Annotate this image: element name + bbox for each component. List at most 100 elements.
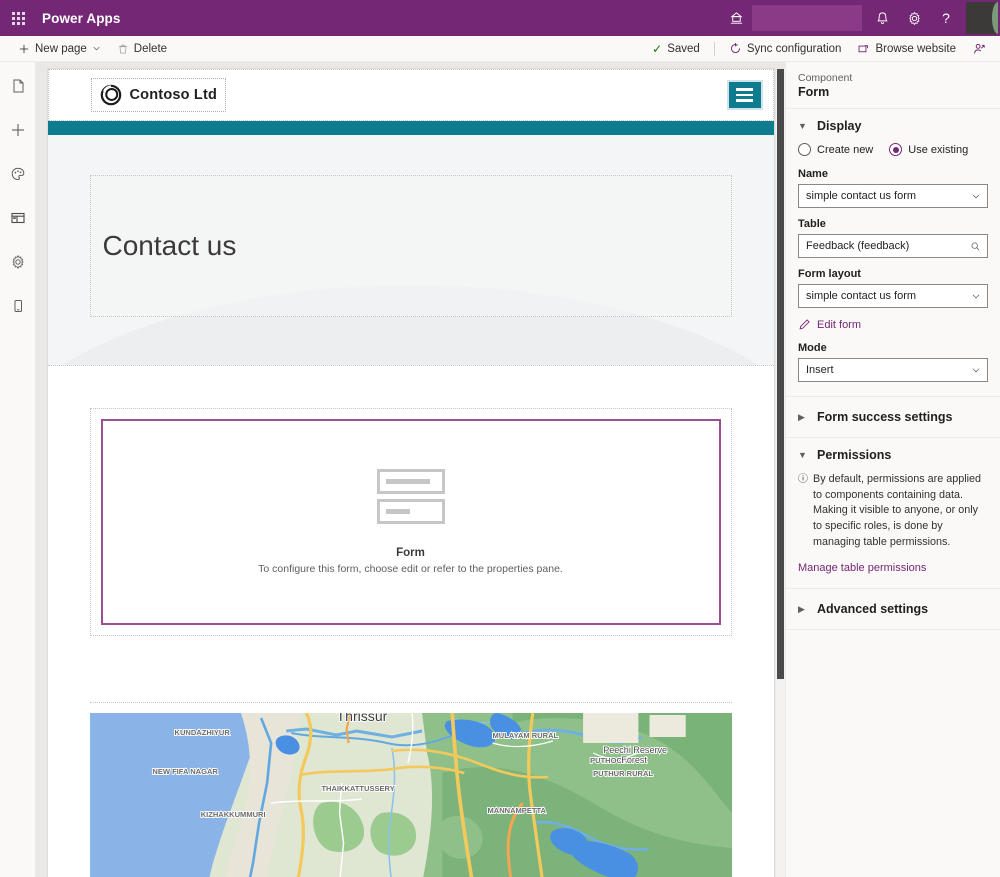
sidebar-item-theme[interactable]	[4, 160, 32, 188]
form-layout-value: simple contact us form	[806, 290, 917, 302]
app-launcher-icon[interactable]	[0, 0, 36, 36]
map-label: THAIKKATTUSSERY	[321, 784, 394, 793]
chevron-down-icon	[93, 46, 100, 51]
mode-label: Mode	[798, 342, 827, 354]
palette-icon	[11, 167, 24, 181]
user-avatar[interactable]	[966, 2, 998, 34]
hero-text-block[interactable]: Contact us	[89, 175, 732, 317]
radio-use-existing[interactable]: Use existing	[889, 143, 968, 156]
check-icon: ✓	[652, 41, 663, 56]
permissions-section: ▼ Permissions ⓘ By default, permissions …	[786, 438, 1000, 590]
environment-icon[interactable]	[720, 0, 752, 36]
new-page-label: New page	[35, 42, 87, 55]
workspace: Contoso Ltd Contact us Form To configure…	[0, 62, 1000, 877]
site-logo[interactable]: Contoso Ltd	[90, 78, 227, 112]
map-label: NEW FIFA NAGAR	[152, 767, 218, 776]
component-title: Form	[798, 85, 830, 99]
page-title: Contact us	[102, 230, 237, 261]
form-component[interactable]: Form To configure this form, choose edit…	[100, 419, 721, 625]
map-label: KIZHAKKUMMURI	[200, 810, 265, 819]
sync-icon	[730, 42, 740, 54]
search-icon	[971, 242, 980, 250]
manage-table-permissions-link[interactable]: Manage table permissions	[798, 562, 988, 574]
pencil-icon	[799, 319, 810, 330]
map-label: PUTHUR RURAL	[593, 769, 653, 778]
name-value: simple contact us form	[806, 190, 917, 202]
data-table-icon	[10, 212, 25, 224]
hamburger-icon[interactable]	[726, 80, 763, 110]
delete-label: Delete	[133, 42, 168, 55]
map-label: MULAYAM RURAL	[492, 731, 558, 740]
properties-pane: Component Form ▼ Display Create new Use …	[785, 62, 1000, 877]
permissions-heading: Permissions	[817, 448, 892, 462]
form-success-settings-section[interactable]: ▶ Form success settings	[786, 397, 1000, 438]
save-status: ✓ Saved	[644, 36, 708, 62]
form-layout-dropdown[interactable]: simple contact us form	[798, 284, 988, 308]
delete-button[interactable]: Delete	[109, 36, 175, 62]
sync-configuration-label: Sync configuration	[746, 42, 842, 55]
form-section[interactable]: Form To configure this form, choose edit…	[47, 366, 774, 676]
command-bar: New page Delete ✓ Saved Sync configurati…	[0, 36, 1000, 62]
display-heading: Display	[817, 119, 862, 133]
canvas-scrollbar-thumb[interactable]	[777, 69, 784, 679]
divider	[713, 41, 715, 56]
hero-section[interactable]: Contact us	[47, 135, 774, 365]
map-label: KUNDAZHIYUR	[174, 728, 230, 737]
table-lookup-input[interactable]: Feedback (feedback)	[798, 234, 988, 258]
site-logo-text: Contoso Ltd	[129, 87, 218, 103]
settings-icon[interactable]	[898, 0, 930, 36]
edit-form-link[interactable]: Edit form	[798, 318, 988, 331]
form-component-description: To configure this form, choose edit or r…	[258, 563, 563, 575]
sidebar-item-pages[interactable]	[4, 72, 32, 100]
mode-value: Insert	[806, 364, 834, 376]
left-rail	[0, 62, 36, 877]
display-section: ▼ Display Create new Use existing Name s…	[786, 109, 1000, 397]
sidebar-item-preview-mobile[interactable]	[4, 292, 32, 320]
info-icon: ⓘ	[798, 474, 808, 485]
browse-website-button[interactable]: Browse website	[849, 36, 964, 62]
page-canvas[interactable]: Contoso Ltd Contact us Form To configure…	[47, 69, 774, 877]
radio-dot-selected	[889, 143, 903, 156]
app-title: Power Apps	[42, 10, 121, 26]
radio-create-new[interactable]: Create new	[798, 143, 873, 156]
map-container[interactable]: Thrissur KUNDAZHIYUR MULAYAM RURAL NEW FIFA…	[89, 702, 732, 877]
name-dropdown[interactable]: simple contact us form	[798, 184, 988, 208]
share-button[interactable]	[964, 36, 994, 62]
sync-configuration-button[interactable]: Sync configuration	[721, 36, 850, 62]
sidebar-item-setup[interactable]	[4, 248, 32, 276]
map-label: MANNAMPETTA	[487, 806, 546, 815]
plus-icon	[19, 44, 29, 53]
map-section[interactable]: Thrissur KUNDAZHIYUR MULAYAM RURAL NEW FIFA…	[48, 676, 774, 877]
chevron-right-icon: ▶	[798, 603, 805, 614]
advanced-settings-section[interactable]: ▶ Advanced settings	[786, 589, 1000, 631]
table-label: Table	[798, 218, 826, 230]
mode-dropdown[interactable]: Insert	[798, 358, 988, 382]
canvas-scrollbar[interactable]	[776, 69, 785, 877]
sidebar-item-data[interactable]	[4, 204, 32, 232]
edit-form-label: Edit form	[817, 318, 862, 331]
chevron-down-icon	[972, 194, 980, 199]
new-page-button[interactable]: New page	[10, 36, 109, 62]
map-embed[interactable]: Thrissur KUNDAZHIYUR MULAYAM RURAL NEW FIFA…	[89, 713, 732, 877]
notification-icon[interactable]	[866, 0, 898, 36]
form-layout-label: Form layout	[798, 268, 861, 280]
form-section-container[interactable]: Form To configure this form, choose edit…	[89, 408, 732, 636]
chevron-down-icon	[972, 368, 980, 373]
site-header[interactable]: Contoso Ltd	[47, 69, 774, 121]
radio-dot	[798, 143, 811, 156]
table-value: Feedback (feedback)	[806, 240, 910, 252]
permissions-note-text: By default, permissions are applied to c…	[813, 473, 982, 548]
display-section-header[interactable]: ▼ Display	[798, 119, 988, 133]
gear-icon	[11, 254, 24, 270]
site-nav-band	[47, 121, 774, 135]
share-icon	[974, 43, 985, 53]
permissions-note: ⓘ By default, permissions are applied to…	[798, 472, 988, 550]
sidebar-item-add[interactable]	[4, 116, 32, 144]
browse-website-label: Browse website	[875, 42, 956, 55]
global-search-box[interactable]	[752, 5, 862, 31]
permissions-section-header[interactable]: ▼ Permissions	[798, 448, 988, 462]
trash-icon	[118, 44, 127, 53]
map-label: Forest	[621, 755, 647, 765]
saved-label: Saved	[667, 42, 700, 55]
help-icon[interactable]: ?	[930, 0, 962, 36]
